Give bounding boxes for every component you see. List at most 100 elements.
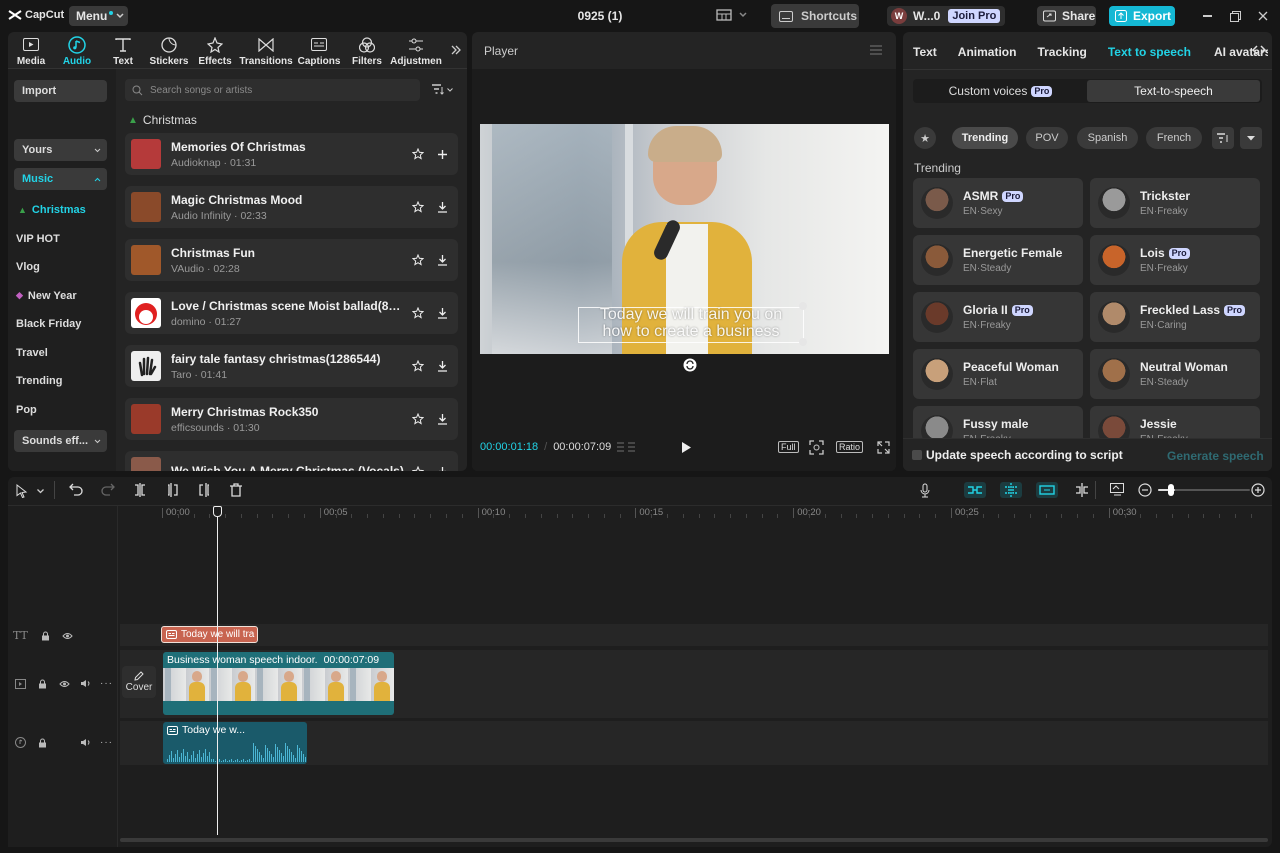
voice-card[interactable]: Freckled LassProEN·Caring <box>1090 292 1260 342</box>
voice-card[interactable]: JessieEN·Freaky <box>1090 406 1260 438</box>
eye-icon[interactable] <box>59 680 70 688</box>
waveform-list-icon[interactable] <box>616 441 636 453</box>
track-item[interactable]: fairy tale fantasy christmas(1286544)Tar… <box>125 345 458 387</box>
filter-chip-trending[interactable]: Trending <box>952 127 1018 149</box>
sidebar-item-pop[interactable]: Pop <box>14 396 110 425</box>
eye-icon[interactable] <box>62 632 73 640</box>
music-dropdown[interactable]: Music <box>14 168 107 190</box>
more-options-icon[interactable]: ··· <box>100 678 113 689</box>
cover-button[interactable]: Cover <box>122 666 156 698</box>
zoom-in-icon[interactable] <box>1251 483 1265 497</box>
more-filters-button[interactable] <box>1240 127 1262 149</box>
import-button[interactable]: Import <box>14 80 107 102</box>
favorite-button[interactable] <box>408 303 428 323</box>
tab-text[interactable]: Text <box>913 45 937 59</box>
rotate-icon[interactable] <box>683 358 697 372</box>
restore-icon[interactable] <box>1230 11 1241 22</box>
select-tool[interactable] <box>16 484 44 498</box>
favorite-button[interactable] <box>408 409 428 429</box>
tab-transitions[interactable]: Transitions <box>238 36 294 67</box>
favorite-button[interactable] <box>408 462 428 471</box>
tab-tracking[interactable]: Tracking <box>1037 45 1086 59</box>
track-item[interactable]: We Wish You A Merry Christmas (Vocals) <box>125 451 458 471</box>
search-input[interactable]: Search songs or artists <box>125 79 420 101</box>
redo-icon[interactable] <box>101 483 115 496</box>
voice-card[interactable]: LoisProEN·Freaky <box>1090 235 1260 285</box>
sidebar-item-black-friday[interactable]: Black Friday <box>14 310 110 339</box>
download-button[interactable] <box>432 356 452 376</box>
sidebar-item-vip-hot[interactable]: VIP HOT <box>14 225 110 254</box>
layout-button[interactable] <box>716 8 747 22</box>
voice-card[interactable]: TricksterEN·Freaky <box>1090 178 1260 228</box>
export-button[interactable]: Export <box>1109 6 1175 26</box>
shortcuts-button[interactable]: Shortcuts <box>771 4 859 28</box>
sidebar-item-beats[interactable]: Beats <box>14 453 110 462</box>
track-item[interactable]: Magic Christmas MoodAudio Infinity · 02:… <box>125 186 458 228</box>
minimize-icon[interactable] <box>1203 15 1212 17</box>
download-button[interactable] <box>432 197 452 217</box>
generate-speech-button[interactable]: Generate speech <box>1167 449 1264 463</box>
tab-media[interactable]: Media <box>8 36 54 67</box>
share-button[interactable]: Share <box>1037 6 1096 26</box>
voice-card[interactable]: Energetic FemaleEN·Steady <box>913 235 1083 285</box>
sidebar-item-travel[interactable]: Travel <box>14 339 110 368</box>
download-button[interactable] <box>432 462 452 471</box>
align-icon[interactable] <box>1074 482 1090 498</box>
tab-captions[interactable]: Captions <box>294 36 344 67</box>
tab-effects[interactable]: Effects <box>192 36 238 67</box>
text-clip[interactable]: Today we will tra <box>161 626 258 643</box>
tabs-scroll-icon[interactable] <box>1252 45 1266 55</box>
filter-chip-pov[interactable]: POV <box>1026 127 1068 149</box>
fullscreen-icon[interactable] <box>877 441 890 454</box>
voice-card[interactable]: Neutral WomanEN·Steady <box>1090 349 1260 399</box>
favorite-button[interactable] <box>408 144 428 164</box>
sidebar-item-christmas[interactable]: ▲Christmas <box>14 196 110 225</box>
delete-right-icon[interactable] <box>198 483 210 497</box>
sidebar-item-trending[interactable]: Trending <box>14 367 110 396</box>
audio-clip[interactable]: Today we w... <box>163 722 307 764</box>
undo-icon[interactable] <box>69 483 83 496</box>
delete-icon[interactable] <box>230 483 242 497</box>
video-clip[interactable]: Business woman speech indoor. 00:00:07:0… <box>163 652 394 715</box>
speaker-icon[interactable] <box>80 679 91 688</box>
tab-adjustmen[interactable]: Adjustmen <box>390 36 442 67</box>
update-speech-checkbox[interactable]: Update speech according to script <box>912 448 1123 462</box>
account-button[interactable]: W W...0 Join Pro <box>887 6 1005 26</box>
download-button[interactable] <box>432 409 452 429</box>
tab-animation[interactable]: Animation <box>958 45 1017 59</box>
filter-button[interactable] <box>432 84 453 95</box>
voice-card[interactable]: Peaceful WomanEN·Flat <box>913 349 1083 399</box>
favorites-chip[interactable]: ★ <box>914 127 936 149</box>
download-button[interactable] <box>432 250 452 270</box>
chevron-right-double-icon[interactable] <box>451 45 461 55</box>
download-button[interactable] <box>432 303 452 323</box>
preview-thumbnail-icon[interactable] <box>1110 483 1125 496</box>
track-item[interactable]: Love / Christmas scene Moist ballad(8955… <box>125 292 458 334</box>
video-preview[interactable]: Today we will train you on how to create… <box>480 124 889 354</box>
checkbox-icon[interactable] <box>912 450 922 460</box>
favorite-button[interactable] <box>408 356 428 376</box>
add-button[interactable] <box>432 144 452 164</box>
sidebar-item-new-year[interactable]: ◆New Year <box>14 282 110 311</box>
yours-dropdown[interactable]: Yours <box>14 139 107 161</box>
fit-view-icon[interactable] <box>809 440 824 455</box>
tab-audio[interactable]: Audio <box>54 36 100 67</box>
voice-card[interactable]: Gloria IIProEN·Freaky <box>913 292 1083 342</box>
zoom-out-icon[interactable] <box>1138 483 1152 497</box>
tab-text[interactable]: Text <box>100 36 146 67</box>
sounds-effects-dropdown[interactable]: Sounds eff... <box>14 430 107 452</box>
voice-card[interactable]: ASMRProEN·Sexy <box>913 178 1083 228</box>
custom-voices-tab[interactable]: Custom voices Pro <box>914 80 1087 102</box>
linkage-button[interactable] <box>1000 482 1022 498</box>
track-item[interactable]: Memories Of ChristmasAudioknap · 01:31 <box>125 133 458 175</box>
sidebar-item-vlog[interactable]: Vlog <box>14 253 110 282</box>
time-ruler[interactable]: 00:0000:0500:1000:1500:2000:2500:30 <box>158 506 1268 522</box>
tab-filters[interactable]: Filters <box>344 36 390 67</box>
lock-icon[interactable] <box>38 679 47 689</box>
project-title[interactable]: 0925 (1) <box>0 9 1200 23</box>
resize-handle[interactable] <box>799 338 807 346</box>
filter-chip-spanish[interactable]: Spanish <box>1077 127 1138 149</box>
close-icon[interactable] <box>1258 11 1268 21</box>
favorite-button[interactable] <box>408 197 428 217</box>
voice-filter-button[interactable] <box>1212 127 1234 149</box>
